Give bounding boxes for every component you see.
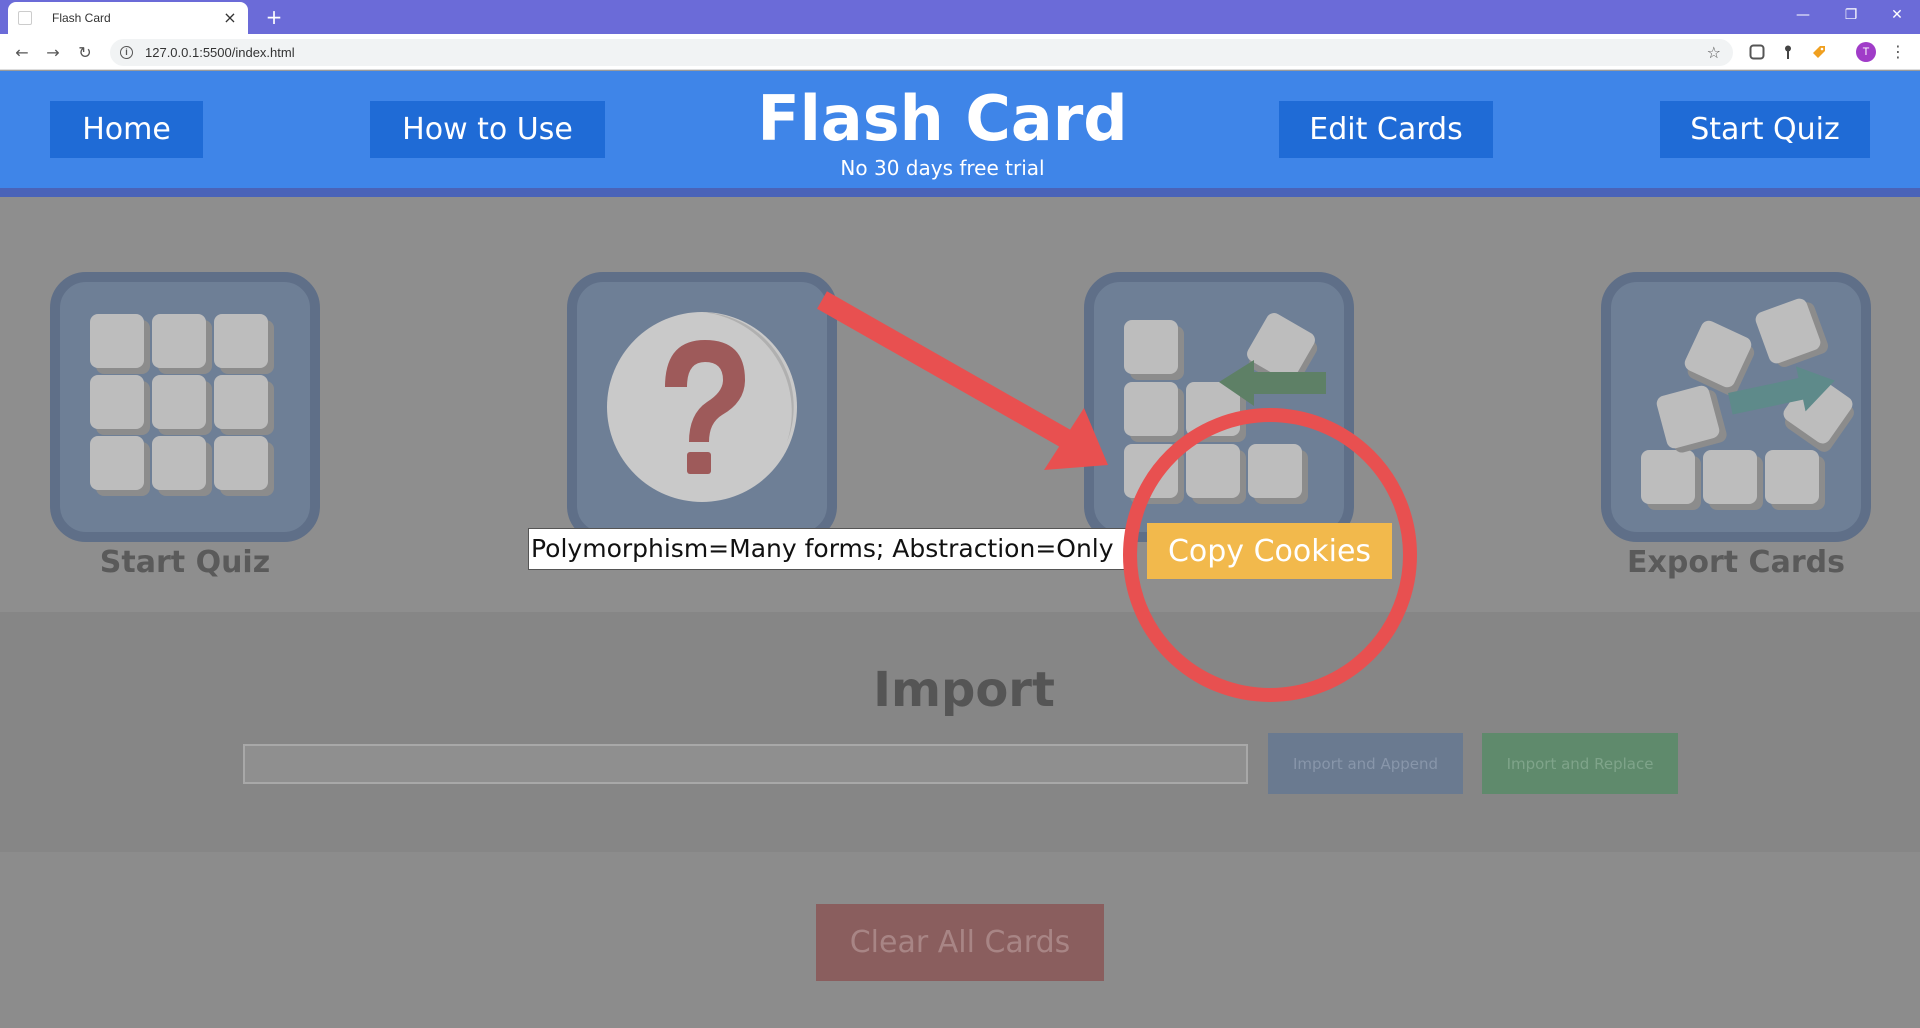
card-square-icon: [152, 436, 206, 490]
card-square-icon: [1186, 444, 1240, 498]
card-square-icon: [214, 314, 268, 368]
card-square-icon: [1124, 320, 1178, 374]
export-cards-tile-label: Export Cards: [1627, 545, 1845, 580]
question-mark-icon: [607, 312, 797, 502]
close-window-button[interactable]: ✕: [1874, 0, 1920, 30]
extension-tag-icon[interactable]: [1811, 44, 1827, 60]
nav-edit-cards-button[interactable]: Edit Cards: [1279, 101, 1493, 158]
card-square-icon: [1765, 450, 1819, 504]
edit-cards-tile[interactable]: [1084, 272, 1354, 542]
brand-title: Flash Card: [757, 82, 1128, 155]
import-section: Import Import and Append Import and Repl…: [0, 612, 1920, 852]
browser-toolbar: ← → ↻ i 127.0.0.1:5500/index.html ☆ T ⋮: [0, 34, 1920, 70]
import-title: Import: [873, 662, 1055, 718]
import-input[interactable]: [243, 744, 1248, 784]
card-square-icon: [1124, 444, 1178, 498]
new-tab-button[interactable]: +: [262, 5, 286, 29]
clear-section: Clear All Cards: [0, 852, 1920, 1028]
url-text[interactable]: 127.0.0.1:5500/index.html: [145, 45, 1707, 60]
brand-subtitle: No 30 days free trial: [840, 156, 1045, 180]
header-divider: [0, 188, 1920, 197]
page-favicon-icon: [18, 11, 32, 25]
card-square-icon: [214, 436, 268, 490]
back-button[interactable]: ←: [10, 40, 34, 64]
cookie-text-field[interactable]: Polymorphism=Many forms; Abstraction=Onl…: [528, 528, 1134, 570]
brand: Flash Card No 30 days free trial: [700, 81, 1185, 179]
clear-all-cards-button[interactable]: Clear All Cards: [816, 904, 1104, 981]
nav-start-quiz-button[interactable]: Start Quiz: [1660, 101, 1870, 158]
address-bar[interactable]: i 127.0.0.1:5500/index.html ☆: [110, 39, 1733, 66]
start-quiz-tile[interactable]: [50, 272, 320, 542]
extension-key-icon[interactable]: [1780, 44, 1796, 60]
card-square-icon: [1654, 383, 1722, 451]
card-square-icon: [1248, 444, 1302, 498]
copy-cookies-button[interactable]: Copy Cookies: [1147, 523, 1392, 579]
restore-button[interactable]: ❐: [1828, 0, 1874, 30]
browser-menu-icon[interactable]: ⋮: [1890, 42, 1906, 62]
card-square-icon: [1641, 450, 1695, 504]
card-square-icon: [90, 375, 144, 429]
how-to-use-tile[interactable]: [567, 272, 837, 542]
export-cards-tile[interactable]: [1601, 272, 1871, 542]
arrow-left-icon: [1219, 360, 1326, 406]
card-square-icon: [90, 436, 144, 490]
card-square-icon: [1703, 450, 1757, 504]
extension-square-icon[interactable]: [1749, 44, 1765, 60]
tab-close-icon[interactable]: ×: [222, 10, 238, 26]
nav-how-to-use-button[interactable]: How to Use: [370, 101, 605, 158]
start-quiz-tile-label: Start Quiz: [99, 545, 271, 580]
nav-home-button[interactable]: Home: [50, 101, 203, 158]
site-info-icon[interactable]: i: [120, 46, 133, 59]
tab-title: Flash Card: [52, 11, 111, 25]
browser-tab-bar: Flash Card × + — ❐ ✕: [0, 0, 1920, 34]
profile-avatar[interactable]: T: [1856, 42, 1876, 62]
forward-button[interactable]: →: [41, 40, 65, 64]
site-header: Home How to Use Flash Card No 30 days fr…: [0, 71, 1920, 188]
bookmark-star-icon[interactable]: ☆: [1707, 43, 1721, 62]
card-square-icon: [1124, 382, 1178, 436]
import-append-button[interactable]: Import and Append: [1268, 733, 1463, 794]
reload-button[interactable]: ↻: [73, 40, 97, 64]
browser-tab[interactable]: Flash Card ×: [8, 2, 248, 34]
card-square-icon: [90, 314, 144, 368]
card-square-icon: [152, 375, 206, 429]
card-square-icon: [152, 314, 206, 368]
import-replace-button[interactable]: Import and Replace: [1482, 733, 1678, 794]
card-square-icon: [214, 375, 268, 429]
minimize-button[interactable]: —: [1780, 0, 1826, 30]
